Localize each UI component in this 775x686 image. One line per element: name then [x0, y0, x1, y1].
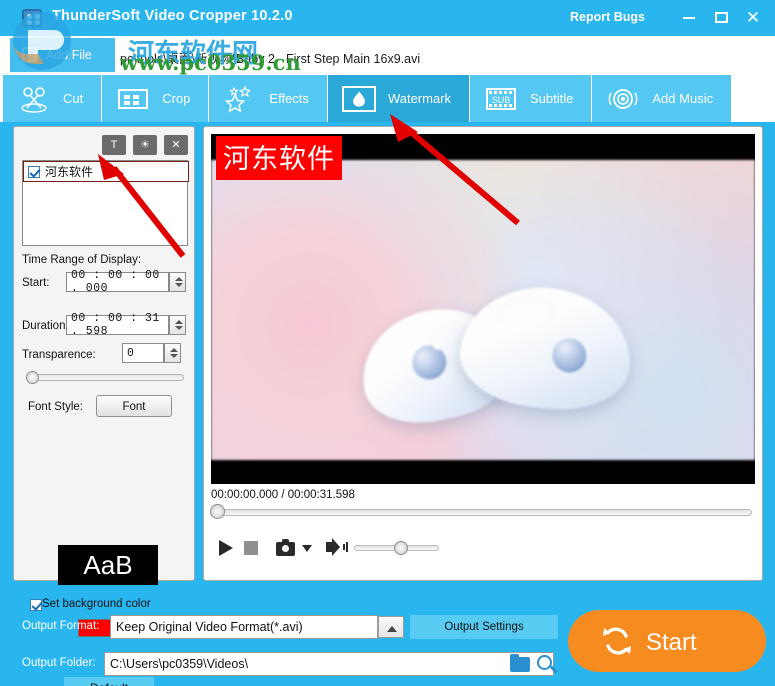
snapshot-dropdown[interactable]	[302, 545, 312, 552]
play-button[interactable]	[219, 540, 233, 556]
chevron-down-icon	[302, 545, 312, 552]
stars-icon	[223, 84, 257, 114]
minimize-icon[interactable]	[678, 8, 700, 28]
toolbar: Cut Crop Effects Watermark SUB Subtitle …	[0, 75, 775, 122]
transparence-stepper[interactable]	[164, 343, 181, 363]
time-display: 00:00:00.000 / 00:00:31.598	[211, 489, 355, 501]
toolbar-tabs: Cut Crop Effects Watermark SUB Subtitle …	[3, 75, 733, 122]
stop-icon	[244, 541, 258, 555]
add-text-watermark-icon[interactable]: T	[102, 135, 126, 155]
crop-grid-icon	[116, 84, 150, 114]
transparence-input[interactable]: 0	[122, 343, 164, 363]
tab-watermark[interactable]: Watermark	[327, 75, 471, 122]
start-time-input[interactable]: 00 : 00 : 00 . 000	[66, 269, 169, 295]
time-range-label: Time Range of Display:	[22, 254, 142, 266]
add-file-button[interactable]: Add File	[10, 38, 115, 72]
seek-bar-track[interactable]	[220, 509, 752, 516]
volume-slider-knob[interactable]	[394, 541, 408, 555]
tab-label-cut: Cut	[63, 91, 84, 106]
watermark-item-label: 河东软件	[45, 165, 94, 179]
font-style-label: Font Style:	[28, 401, 83, 413]
video-preview[interactable]: 河东软件	[211, 134, 755, 484]
default-button[interactable]: Default	[64, 677, 154, 686]
watermark-list[interactable]: 河东软件	[22, 160, 189, 246]
sub-film-icon: SUB	[484, 84, 518, 114]
start-time-stepper[interactable]	[169, 272, 186, 292]
watermark-settings-panel: T ☀ ✕ 河东软件 Time Range of Display: Start:…	[13, 126, 195, 686]
add-image-watermark-icon[interactable]: ☀	[133, 135, 157, 155]
speaker-ring-icon	[606, 84, 640, 114]
tab-add-music[interactable]: Add Music	[592, 75, 733, 122]
maximize-icon[interactable]	[710, 8, 732, 28]
add-file-icon	[22, 47, 39, 63]
play-icon	[219, 540, 233, 556]
title-bar: ThunderSoft Video Cropper 10.2.0 Report …	[0, 0, 775, 36]
transparence-label: Transparence:	[22, 349, 96, 361]
list-item[interactable]: 河东软件	[23, 161, 189, 182]
encoding-options-row: Force video re-encoding Enable GPU Accel…	[0, 588, 775, 612]
folder-icon[interactable]	[510, 654, 530, 672]
watermark-item-checkbox[interactable]	[28, 165, 40, 178]
add-file-label: Add File	[46, 48, 92, 62]
tab-label-watermark: Watermark	[387, 91, 452, 106]
close-icon[interactable]: ✕	[742, 8, 764, 28]
file-path-text: pc\tools\桌面\新视频\Baby 2 - First Step Main…	[120, 52, 421, 66]
duration-input[interactable]: 00 : 00 : 31 . 598	[66, 312, 169, 338]
tab-label-effects: Effects	[269, 91, 309, 106]
tab-label-crop: Crop	[162, 91, 191, 106]
output-format-label: Output Format:	[22, 620, 100, 632]
scissors-icon	[17, 84, 51, 114]
preview-panel: 河东软件 00:00:00.000 / 00:00:31.598	[203, 126, 763, 581]
output-folder-label: Output Folder:	[22, 657, 96, 669]
output-format-value[interactable]: Keep Original Video Format(*.avi)	[110, 615, 378, 639]
stop-button[interactable]	[244, 541, 258, 555]
volume-icon	[326, 538, 348, 556]
window-title: ThunderSoft Video Cropper 10.2.0	[52, 8, 293, 24]
duration-label: Duration:	[22, 320, 69, 332]
snapshot-button[interactable]	[276, 539, 295, 556]
camera-icon	[276, 539, 295, 556]
tab-cut[interactable]: Cut	[3, 75, 103, 122]
application-window: ThunderSoft Video Cropper 10.2.0 Report …	[0, 0, 775, 686]
start-button[interactable]: Start	[568, 610, 766, 672]
svg-text:SUB: SUB	[492, 95, 511, 105]
output-folder-value[interactable]: C:\Users\pc0359\Videos\	[104, 652, 554, 676]
start-button-label: Start	[646, 629, 697, 656]
search-icon[interactable]	[537, 655, 552, 670]
preview-watermark-overlay[interactable]: 河东软件	[216, 136, 342, 180]
tab-effects[interactable]: Effects	[209, 75, 328, 122]
content-area: T ☀ ✕ 河东软件 Time Range of Display: Start:…	[5, 122, 770, 686]
film-reel-icon	[22, 9, 42, 27]
transparence-slider-knob[interactable]	[26, 371, 39, 384]
seek-bar-knob[interactable]	[210, 504, 225, 519]
refresh-circle-icon	[603, 627, 631, 655]
transparence-slider-track[interactable]	[28, 374, 184, 381]
report-bugs-link[interactable]: Report Bugs	[570, 10, 645, 24]
font-preview: AaB	[58, 545, 158, 585]
font-button[interactable]: Font	[96, 395, 172, 417]
output-format-dropdown[interactable]	[378, 616, 404, 638]
tab-label-subtitle: Subtitle	[530, 91, 574, 106]
duration-stepper[interactable]	[169, 315, 186, 335]
output-settings-button[interactable]: Output Settings	[410, 615, 558, 639]
tab-crop[interactable]: Crop	[102, 75, 210, 122]
start-label: Start:	[22, 277, 50, 289]
tab-label-add-music: Add Music	[652, 91, 714, 106]
tab-subtitle[interactable]: SUB Subtitle	[470, 75, 593, 122]
delete-watermark-icon[interactable]: ✕	[164, 135, 188, 155]
volume-button[interactable]	[326, 538, 348, 556]
file-bar: Add File pc\tools\桌面\新视频\Baby 2 - First …	[0, 36, 775, 75]
droplet-icon	[341, 85, 376, 112]
video-frame-image	[211, 160, 755, 460]
